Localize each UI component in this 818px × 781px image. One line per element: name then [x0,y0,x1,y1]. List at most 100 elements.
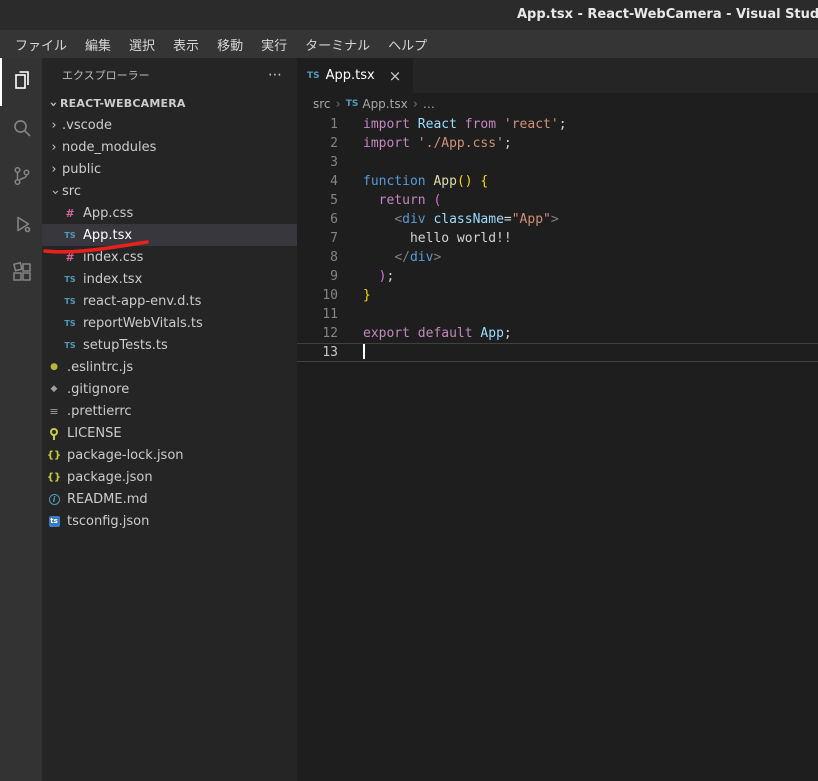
tree-item-app-tsx[interactable]: TS App.tsx [42,224,297,246]
tree-item-index-css[interactable]: # index.css [42,246,297,268]
tree-item-eslintrc-js[interactable]: ● .eslintrc.js [42,356,297,378]
file-label: index.tsx [83,271,143,287]
eslint-file-icon: ● [50,362,58,372]
extensions-button[interactable] [0,250,42,298]
tree-item-public[interactable]: › public [42,158,297,180]
ts-file-icon: TS [64,340,76,350]
line-content [338,305,363,324]
code-line-12[interactable]: 12 export default App; [297,324,818,343]
tree-item-readme-md[interactable]: i README.md [42,488,297,510]
tree-item-tsconfig-json[interactable]: ts tsconfig.json [42,510,297,532]
line-number: 11 [322,307,338,322]
code-line-6[interactable]: 6 <div className="App"> [297,210,818,229]
line-content: ); [378,269,395,284]
breadcrumb-item-1[interactable]: src [313,97,331,111]
tree-item-vscode[interactable]: › .vscode [42,114,297,136]
line-number: 13 [322,345,338,360]
menu-item-help[interactable]: ヘルプ [379,30,436,58]
file-label: index.css [83,249,144,265]
workbench: エクスプローラー ⋯ › REACT-WEBCAMERA › .vscode › no… [0,58,818,781]
extensions-icon [10,260,34,288]
search-button[interactable] [0,106,42,154]
line-number: 8 [330,250,338,265]
tree-item-gitignore[interactable]: ◆ .gitignore [42,378,297,400]
tree-item-package-json[interactable]: {} package.json [42,466,297,488]
license-file-icon [46,426,62,440]
menu-item-file[interactable]: ファイル [6,30,76,58]
explorer-title: エクスプローラー [62,69,150,82]
code-line-8[interactable]: 8 </div> [297,248,818,267]
chevron-down-icon: › [47,189,63,195]
run-debug-button[interactable] [0,202,42,250]
typescript-icon: TS [345,99,359,109]
code-line-13[interactable]: 13 [297,343,818,362]
code-line-10[interactable]: 10} [297,286,818,305]
tree-item-node-modules[interactable]: › node_modules [42,136,297,158]
editor-area: TS App.tsx × src › TS App.tsx ›… 1 import Rea… [297,58,818,781]
tree-item-src[interactable]: › src [42,180,297,202]
chevron-right-icon: › [51,161,57,177]
line-number: 9 [330,269,338,284]
close-icon[interactable]: × [389,67,402,85]
file-label: LICENSE [67,425,122,441]
line-number: 6 [330,212,338,227]
code-line-3[interactable]: 3 [297,153,818,172]
line-number: 1 [330,117,338,132]
tree-item-index-tsx[interactable]: TS index.tsx [42,268,297,290]
typescript-icon: TS [307,70,320,81]
tree-item-license[interactable]: LICENSE [42,422,297,444]
menu-item-selection[interactable]: 選択 [120,30,164,58]
file-label: package-lock.json [67,447,184,463]
menu-bar: ファイル 編集 選択 表示 移動 実行 ターミナル ヘルプ [0,30,818,58]
line-content: return ( [378,193,442,208]
tree-root-react-webcamera[interactable]: › REACT-WEBCAMERA [42,92,297,114]
line-content: } [363,288,371,303]
more-actions-button[interactable]: ⋯ [268,67,283,83]
menu-item-edit[interactable]: 編集 [76,30,120,58]
activity-bar [0,58,42,781]
breadcrumb-item-3[interactable]: … [423,97,435,111]
code-line-1[interactable]: 1 import React from 'react'; [297,115,818,134]
file-label: react-app-env.d.ts [83,293,202,309]
menu-item-run[interactable]: 実行 [252,30,296,58]
explorer-icon [10,68,34,96]
line-number: 5 [330,193,338,208]
source-control-button[interactable] [0,154,42,202]
tab-label: App.tsx [325,68,375,83]
line-content: hello world!! [363,231,512,246]
tree-item-setuptests-ts[interactable]: TS setupTests.ts [42,334,297,356]
code-line-9[interactable]: 9 ); [297,267,818,286]
source-control-icon [10,164,34,192]
menu-item-terminal[interactable]: ターミナル [296,30,379,58]
git-file-icon: ◆ [50,384,58,394]
chevron-right-icon: › [51,117,57,133]
ts-file-icon: TS [64,318,76,328]
file-label: App.tsx [83,227,133,243]
tree-item-app-css[interactable]: # App.css [42,202,297,224]
file-label: reportWebVitals.ts [83,315,203,331]
code-line-4[interactable]: 4 function App() { [297,172,818,191]
tree-item-package-lock-json[interactable]: {} package-lock.json [42,444,297,466]
breadcrumb-separator-icon: › [335,96,341,112]
menu-item-view[interactable]: 表示 [164,30,208,58]
explorer-button[interactable] [0,58,42,106]
breadcrumb-item-2[interactable]: TS App.tsx [346,97,408,111]
line-content: import './App.css'; [363,136,512,151]
tab-bar: TS App.tsx × [297,58,818,93]
code-editor[interactable]: 1 import React from 'react'; 2 import './Ap… [297,115,818,781]
breadcrumb-separator-icon: › [412,96,418,112]
tree-item-prettierrc[interactable]: ≡ .prettierrc [42,400,297,422]
code-line-7[interactable]: 7 hello world!! [297,229,818,248]
line-content: export default App; [363,326,512,341]
sidebar-header: エクスプローラー ⋯ [42,58,297,92]
code-line-11[interactable]: 11 [297,305,818,324]
menu-item-go[interactable]: 移動 [208,30,252,58]
json-file-icon: {} [46,471,62,483]
line-number: 2 [330,136,338,151]
tab-app-tsx[interactable]: TS App.tsx × [297,58,413,93]
line-number: 4 [330,174,338,189]
code-line-5[interactable]: 5 return ( [297,191,818,210]
code-line-2[interactable]: 2 import './App.css'; [297,134,818,153]
tree-item-react-app-env-d-ts[interactable]: TS react-app-env.d.ts [42,290,297,312]
tree-item-reportwebvitals-ts[interactable]: TS reportWebVitals.ts [42,312,297,334]
